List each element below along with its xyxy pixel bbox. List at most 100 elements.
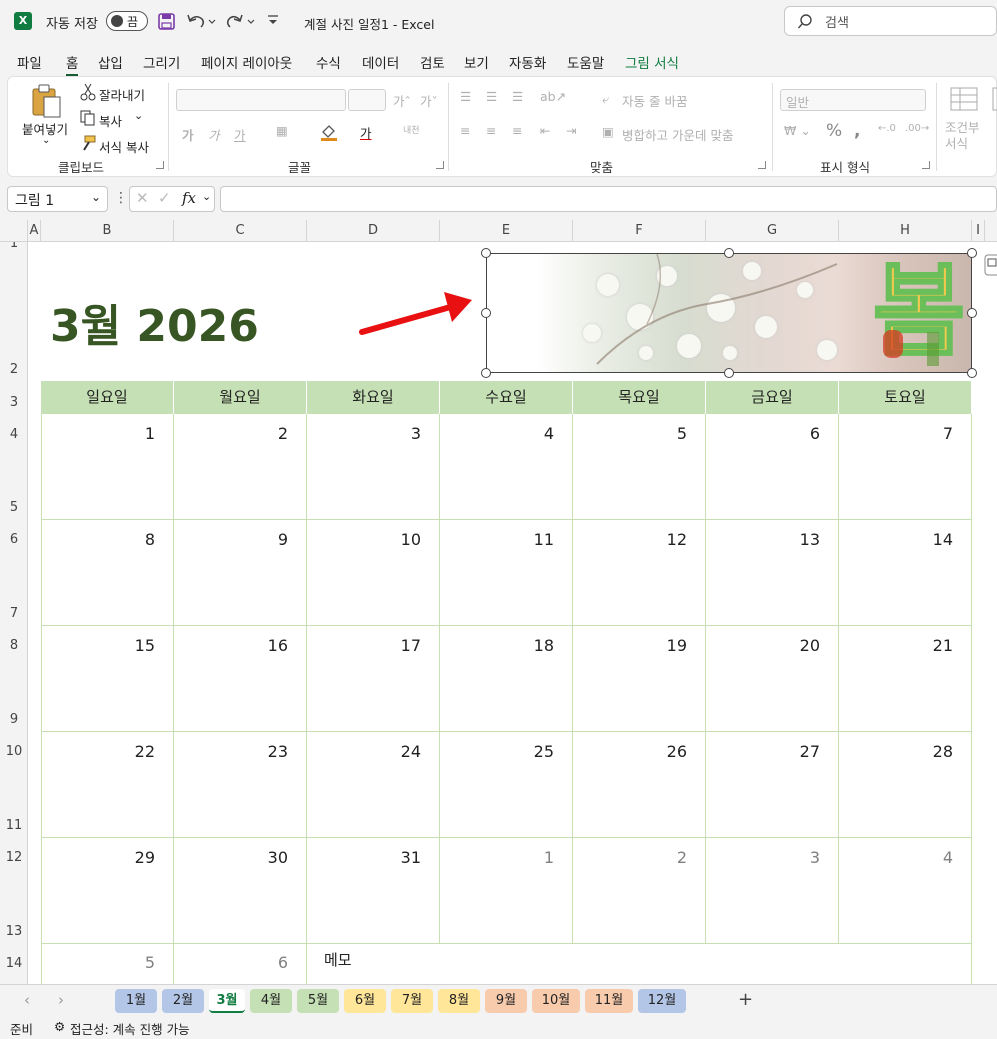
- bold-icon[interactable]: 가: [182, 125, 194, 144]
- menu-picture-format[interactable]: 그림 서식: [625, 52, 679, 72]
- alignment-launcher-icon[interactable]: [758, 161, 766, 169]
- calendar-cell[interactable]: 26: [573, 732, 706, 838]
- merge-center-icon[interactable]: ▣: [602, 124, 614, 139]
- select-all-corner[interactable]: [0, 220, 28, 242]
- day-header[interactable]: 월요일: [174, 381, 307, 414]
- column-header[interactable]: G: [706, 220, 839, 242]
- column-header[interactable]: H: [839, 220, 972, 242]
- format-painter-label[interactable]: 서식 복사: [99, 137, 149, 156]
- calendar-cell[interactable]: 30: [174, 838, 307, 944]
- spring-picture[interactable]: 봄: [486, 253, 972, 373]
- wrap-text-label[interactable]: 자동 줄 바꿈: [622, 91, 687, 110]
- calendar-cell[interactable]: 11: [440, 520, 573, 626]
- font-launcher-icon[interactable]: [436, 161, 444, 169]
- fill-color-icon[interactable]: [320, 123, 338, 141]
- copy-label[interactable]: 복사: [99, 111, 122, 130]
- column-header[interactable]: A: [28, 220, 41, 242]
- redo-icon[interactable]: [226, 12, 256, 30]
- row-header[interactable]: 8: [0, 638, 27, 653]
- calendar-cell[interactable]: 7: [839, 414, 972, 520]
- worksheet[interactable]: 3월 2026 봄 일요일 월요일 화요일 수요일 목요일 금요일 토요일 1 …: [28, 242, 997, 984]
- calendar-cell[interactable]: 2: [573, 838, 706, 944]
- menu-review[interactable]: 검토: [420, 52, 445, 72]
- calendar-cell[interactable]: 16: [174, 626, 307, 732]
- wrap-text-icon[interactable]: ⤶: [602, 91, 609, 107]
- scroll-left-icon[interactable]: ‹: [24, 991, 30, 1009]
- row-header[interactable]: 12: [0, 850, 27, 865]
- phonetic-icon[interactable]: 내천: [403, 123, 420, 136]
- sheet-tab[interactable]: 1월: [115, 989, 157, 1013]
- autosave-toggle[interactable]: 끔: [106, 11, 148, 31]
- increase-font-icon[interactable]: 가ˆ: [393, 91, 411, 110]
- customize-toolbar-icon[interactable]: [266, 13, 280, 29]
- sheet-tab[interactable]: 12월: [638, 989, 686, 1013]
- calendar-cell[interactable]: 19: [573, 626, 706, 732]
- resize-handle[interactable]: [481, 308, 491, 318]
- day-header[interactable]: 수요일: [440, 381, 573, 414]
- calendar-cell[interactable]: 2: [174, 414, 307, 520]
- row-header[interactable]: 5: [0, 500, 27, 515]
- comma-style-icon[interactable]: ,: [854, 121, 860, 141]
- paste-dropdown-icon[interactable]: ⌄: [42, 135, 50, 146]
- memo-cell[interactable]: 메모: [307, 943, 972, 984]
- add-sheet-icon[interactable]: +: [738, 989, 753, 1010]
- row-header[interactable]: 1: [0, 242, 27, 251]
- underline-icon[interactable]: 가: [234, 125, 246, 144]
- calendar-cell[interactable]: 12: [573, 520, 706, 626]
- accounting-format-icon[interactable]: ₩ ⌄: [784, 123, 811, 138]
- menu-formulas[interactable]: 수식: [316, 52, 341, 72]
- calendar-cell[interactable]: 13: [706, 520, 839, 626]
- insert-function-icon[interactable]: fx: [182, 189, 196, 207]
- enter-icon[interactable]: ✓: [158, 189, 171, 207]
- day-header[interactable]: 목요일: [573, 381, 706, 414]
- resize-handle[interactable]: [481, 368, 491, 378]
- calendar-cell[interactable]: 15: [41, 626, 174, 732]
- menu-automate[interactable]: 자동화: [509, 52, 546, 72]
- menu-view[interactable]: 보기: [464, 52, 489, 72]
- resize-handle[interactable]: [967, 368, 977, 378]
- merge-center-label[interactable]: 병합하고 가운데 맞춤: [622, 125, 733, 144]
- number-launcher-icon[interactable]: [922, 161, 930, 169]
- calendar-cell[interactable]: 28: [839, 732, 972, 838]
- calendar-cell[interactable]: 22: [41, 732, 174, 838]
- conditional-formatting-label-2[interactable]: 서식: [945, 133, 968, 152]
- day-header[interactable]: 금요일: [706, 381, 839, 414]
- calendar-cell[interactable]: 6: [706, 414, 839, 520]
- calendar-cell[interactable]: 25: [440, 732, 573, 838]
- calendar-cell[interactable]: 20: [706, 626, 839, 732]
- calendar-cell[interactable]: 4: [839, 838, 972, 944]
- formula-input[interactable]: [220, 186, 997, 212]
- calendar-cell[interactable]: 6: [174, 943, 307, 984]
- calendar-cell[interactable]: 8: [41, 520, 174, 626]
- menu-help[interactable]: 도움말: [567, 52, 604, 72]
- copy-dropdown-icon[interactable]: ⌄: [134, 109, 143, 122]
- chevron-down-icon[interactable]: ⌄: [202, 190, 211, 203]
- percent-icon[interactable]: %: [826, 121, 842, 141]
- menu-draw[interactable]: 그리기: [143, 52, 180, 72]
- calendar-cell[interactable]: 31: [307, 838, 440, 944]
- italic-icon[interactable]: 가: [208, 125, 220, 144]
- accessibility-status[interactable]: 접근성: 계속 진행 가능: [70, 1019, 190, 1038]
- calendar-cell[interactable]: 18: [440, 626, 573, 732]
- sheet-tab[interactable]: 11월: [585, 989, 633, 1013]
- align-center-icon[interactable]: ≡: [486, 123, 496, 138]
- decrease-decimal-icon[interactable]: .00→: [905, 123, 929, 134]
- align-bottom-icon[interactable]: ☰: [512, 89, 523, 104]
- sheet-tab[interactable]: 4월: [250, 989, 292, 1013]
- column-header[interactable]: I: [972, 220, 985, 242]
- menu-home[interactable]: 홈: [66, 52, 79, 77]
- font-name-select[interactable]: [176, 89, 346, 111]
- sheet-tab[interactable]: 7월: [391, 989, 433, 1013]
- calendar-cell[interactable]: 14: [839, 520, 972, 626]
- calendar-cell[interactable]: 1: [41, 414, 174, 520]
- sheet-tab[interactable]: 8월: [438, 989, 480, 1013]
- layout-options-icon[interactable]: [984, 254, 997, 276]
- row-header[interactable]: 11: [0, 818, 27, 833]
- row-header[interactable]: 2: [0, 362, 27, 377]
- align-right-icon[interactable]: ≡: [512, 123, 522, 138]
- resize-handle[interactable]: [481, 248, 491, 258]
- calendar-cell[interactable]: 3: [307, 414, 440, 520]
- row-header[interactable]: 9: [0, 712, 27, 727]
- format-as-table-icon[interactable]: [992, 87, 997, 111]
- menu-insert[interactable]: 삽입: [98, 52, 123, 72]
